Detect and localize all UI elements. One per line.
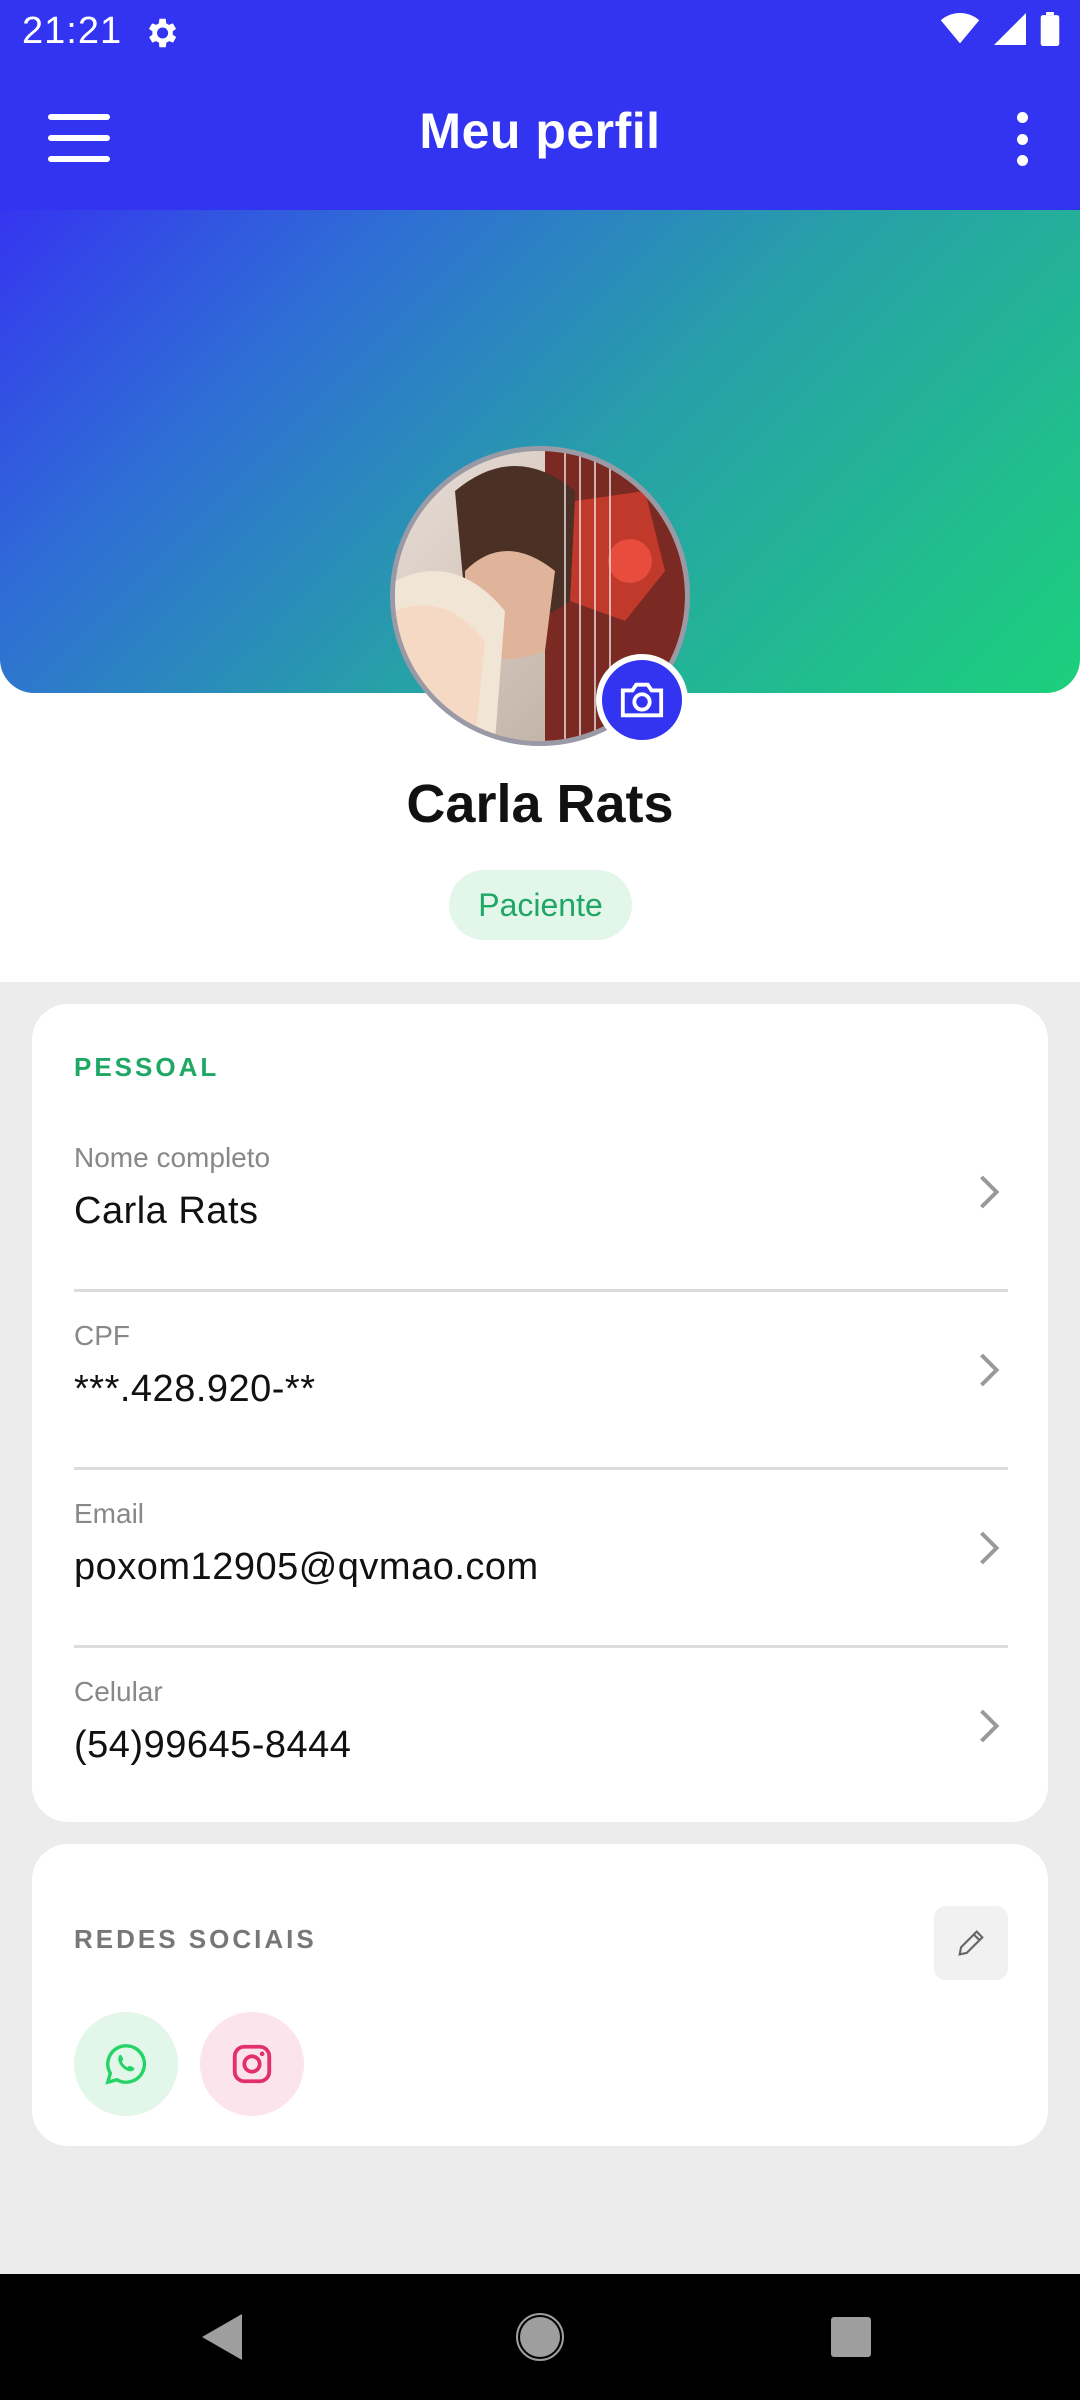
chevron-right-icon [980, 1531, 1000, 1565]
chevron-right-icon [980, 1175, 1000, 1209]
pencil-icon [958, 1930, 984, 1956]
recent-apps-icon[interactable] [830, 2316, 872, 2358]
profile-name: Carla Rats [406, 774, 674, 834]
chevron-right-icon [980, 1709, 1000, 1743]
signal-icon [994, 13, 1026, 45]
field-label: CPF [74, 1320, 130, 1351]
field-label: Email [74, 1498, 145, 1529]
field-phone[interactable]: Celular (54)99645-8444 [74, 1648, 1008, 1826]
field-cpf[interactable]: CPF ***.428.920-** [74, 1292, 1008, 1470]
home-icon[interactable] [515, 2312, 565, 2362]
section-title-personal: PESSOAL [74, 1052, 220, 1082]
change-photo-button[interactable] [596, 654, 688, 746]
whatsapp-button[interactable] [74, 2012, 178, 2116]
battery-icon [1040, 12, 1060, 46]
field-value: ***.428.920-** [74, 1368, 316, 1410]
wifi-icon [940, 13, 980, 44]
more-options-icon[interactable] [992, 104, 1052, 174]
field-email[interactable]: Email poxom12905@qvmao.com [74, 1470, 1008, 1648]
app-bar: Meu perfil [0, 66, 1080, 210]
section-title-social: REDES SOCIAIS [74, 1924, 317, 1954]
back-icon[interactable] [200, 2312, 244, 2362]
settings-gear-icon [148, 18, 177, 48]
field-label: Nome completo [74, 1142, 271, 1173]
instagram-icon [232, 2044, 272, 2084]
edit-social-button[interactable] [934, 1906, 1008, 1980]
profile-header: Carla Rats Paciente [0, 210, 1080, 982]
page-title: Meu perfil [419, 103, 661, 159]
personal-info-card: PESSOAL Nome completo Carla Rats CPF ***… [32, 1004, 1048, 1822]
field-value: (54)99645-8444 [74, 1724, 352, 1766]
social-networks-card: REDES SOCIAIS [32, 1844, 1048, 2146]
role-badge: Paciente [449, 870, 632, 940]
chevron-right-icon [980, 1353, 1000, 1387]
system-navigation-bar [0, 2274, 1080, 2400]
field-label: Celular [74, 1676, 163, 1707]
instagram-button[interactable] [200, 2012, 304, 2116]
field-value: Carla Rats [74, 1190, 259, 1232]
field-value: poxom12905@qvmao.com [74, 1546, 539, 1588]
camera-icon [620, 682, 664, 718]
status-time: 21:21 [22, 10, 123, 52]
status-bar: 21:21 [0, 0, 1080, 66]
field-full-name[interactable]: Nome completo Carla Rats [74, 1114, 1008, 1292]
whatsapp-icon [105, 2044, 147, 2085]
